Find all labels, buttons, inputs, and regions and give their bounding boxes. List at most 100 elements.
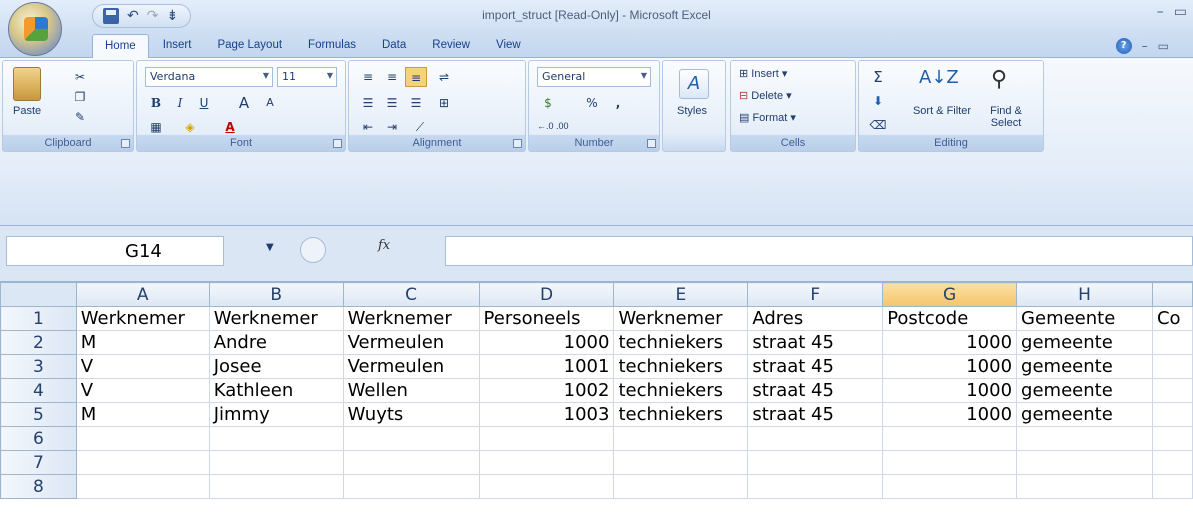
sort-filter-button[interactable]: Sort & Filter xyxy=(911,105,973,117)
align-bottom-icon[interactable]: ≡ xyxy=(405,67,427,87)
comma-button[interactable]: , xyxy=(607,93,629,113)
cell[interactable]: Werknemer xyxy=(208,306,344,331)
cell[interactable]: techniekers xyxy=(613,402,749,427)
clipboard-launcher-icon[interactable] xyxy=(121,139,130,148)
fill-color-icon[interactable]: ◈ xyxy=(179,117,201,137)
cell[interactable]: 1001 xyxy=(478,354,615,379)
styles-icon[interactable]: A xyxy=(679,69,709,99)
cell[interactable] xyxy=(613,426,749,451)
wrap-text-icon[interactable]: ⇌ xyxy=(433,67,455,87)
select-all-corner[interactable] xyxy=(0,282,77,307)
cell[interactable]: Werknemer xyxy=(342,306,480,331)
find-select-button[interactable]: Find & Select xyxy=(975,105,1037,129)
cell[interactable] xyxy=(882,474,1018,499)
column-header[interactable]: A xyxy=(75,282,210,307)
cell[interactable]: 1000 xyxy=(478,330,615,355)
cell[interactable] xyxy=(208,426,344,451)
cell[interactable] xyxy=(1016,450,1153,475)
cell[interactable]: 1003 xyxy=(478,402,615,427)
column-header[interactable] xyxy=(1151,282,1193,307)
sort-filter-icon[interactable]: A↓Z xyxy=(919,67,959,97)
cell[interactable]: Werknemer xyxy=(75,306,210,331)
cell[interactable] xyxy=(342,450,480,475)
underline-button[interactable]: U xyxy=(193,93,215,113)
cell[interactable]: V xyxy=(75,378,210,403)
cell[interactable]: Werknemer xyxy=(613,306,749,331)
orientation-icon[interactable]: ⟋ xyxy=(409,117,431,137)
cell[interactable]: straat 45 xyxy=(747,354,884,379)
cell[interactable]: Jimmy xyxy=(208,402,344,427)
align-right-icon[interactable]: ☰ xyxy=(405,93,427,113)
cell[interactable] xyxy=(342,426,480,451)
cell[interactable]: M xyxy=(75,330,210,355)
insert-cells-button[interactable]: ⊞ Insert ▾ xyxy=(739,67,787,80)
cell[interactable] xyxy=(208,450,344,475)
row-header[interactable]: 1 xyxy=(0,306,77,331)
cell[interactable] xyxy=(882,426,1018,451)
cell[interactable] xyxy=(747,426,884,451)
column-header[interactable]: H xyxy=(1016,282,1153,307)
align-center-icon[interactable]: ☰ xyxy=(381,93,403,113)
cell[interactable]: M xyxy=(75,402,210,427)
cell[interactable]: 1000 xyxy=(882,330,1018,355)
copy-icon[interactable]: ❐ xyxy=(69,87,91,107)
cell[interactable] xyxy=(747,450,884,475)
align-top-icon[interactable]: ≡ xyxy=(357,67,379,87)
formula-input[interactable] xyxy=(445,236,1193,266)
row-header[interactable]: 6 xyxy=(0,426,77,451)
borders-icon[interactable]: ▦ xyxy=(145,117,167,137)
cell[interactable] xyxy=(1016,474,1153,499)
chevron-down-icon[interactable]: ▼ xyxy=(266,242,274,253)
cell[interactable]: Vermeulen xyxy=(342,354,480,379)
cell[interactable]: gemeente xyxy=(1016,330,1153,355)
column-header[interactable]: E xyxy=(613,282,749,307)
styles-button[interactable]: Styles xyxy=(677,105,707,117)
column-header[interactable]: F xyxy=(747,282,884,307)
cell[interactable] xyxy=(478,474,615,499)
column-header[interactable]: D xyxy=(478,282,615,307)
cell[interactable] xyxy=(1151,450,1193,475)
cell[interactable] xyxy=(208,474,344,499)
cell[interactable]: straat 45 xyxy=(747,402,884,427)
cell[interactable]: Wuyts xyxy=(342,402,480,427)
cut-icon[interactable]: ✂ xyxy=(69,67,91,87)
find-select-icon[interactable]: ⚲ xyxy=(981,67,1017,97)
cell[interactable] xyxy=(1151,378,1193,403)
cell[interactable]: techniekers xyxy=(613,378,749,403)
row-header[interactable]: 5 xyxy=(0,402,77,427)
cell[interactable]: gemeente xyxy=(1016,402,1153,427)
tab-page-layout[interactable]: Page Layout xyxy=(205,34,294,58)
cell[interactable]: 1000 xyxy=(882,402,1018,427)
format-cells-button[interactable]: ▤ Format ▾ xyxy=(739,111,796,124)
row-header[interactable]: 2 xyxy=(0,330,77,355)
cell[interactable]: 1002 xyxy=(478,378,615,403)
tab-insert[interactable]: Insert xyxy=(151,34,204,58)
align-left-icon[interactable]: ☰ xyxy=(357,93,379,113)
cell[interactable] xyxy=(1151,354,1193,379)
cell[interactable] xyxy=(478,426,615,451)
cell[interactable]: Co xyxy=(1151,306,1193,331)
cell[interactable]: 1000 xyxy=(882,378,1018,403)
grow-font-button[interactable]: A xyxy=(233,93,255,113)
cell[interactable]: Wellen xyxy=(342,378,480,403)
delete-cells-button[interactable]: ⊟ Delete ▾ xyxy=(739,89,792,102)
cancel-formula-icon[interactable] xyxy=(300,237,326,263)
tab-home[interactable]: Home xyxy=(92,34,149,59)
cell[interactable] xyxy=(342,474,480,499)
cell[interactable]: techniekers xyxy=(613,330,749,355)
font-color-icon[interactable]: A xyxy=(219,117,241,137)
font-launcher-icon[interactable] xyxy=(333,139,342,148)
cell[interactable]: gemeente xyxy=(1016,378,1153,403)
name-box[interactable]: G14 xyxy=(6,236,224,266)
alignment-launcher-icon[interactable] xyxy=(513,139,522,148)
cell[interactable]: straat 45 xyxy=(747,378,884,403)
ribbon-restore-icon[interactable]: ▭ xyxy=(1158,39,1169,53)
cell[interactable] xyxy=(75,450,210,475)
cell[interactable] xyxy=(1151,426,1193,451)
row-header[interactable]: 7 xyxy=(0,450,77,475)
increase-decimal-button[interactable]: ←.0 .00 xyxy=(537,121,569,131)
cell[interactable] xyxy=(613,450,749,475)
insert-function-icon[interactable]: fx xyxy=(378,238,390,253)
number-launcher-icon[interactable] xyxy=(647,139,656,148)
cell[interactable]: techniekers xyxy=(613,354,749,379)
